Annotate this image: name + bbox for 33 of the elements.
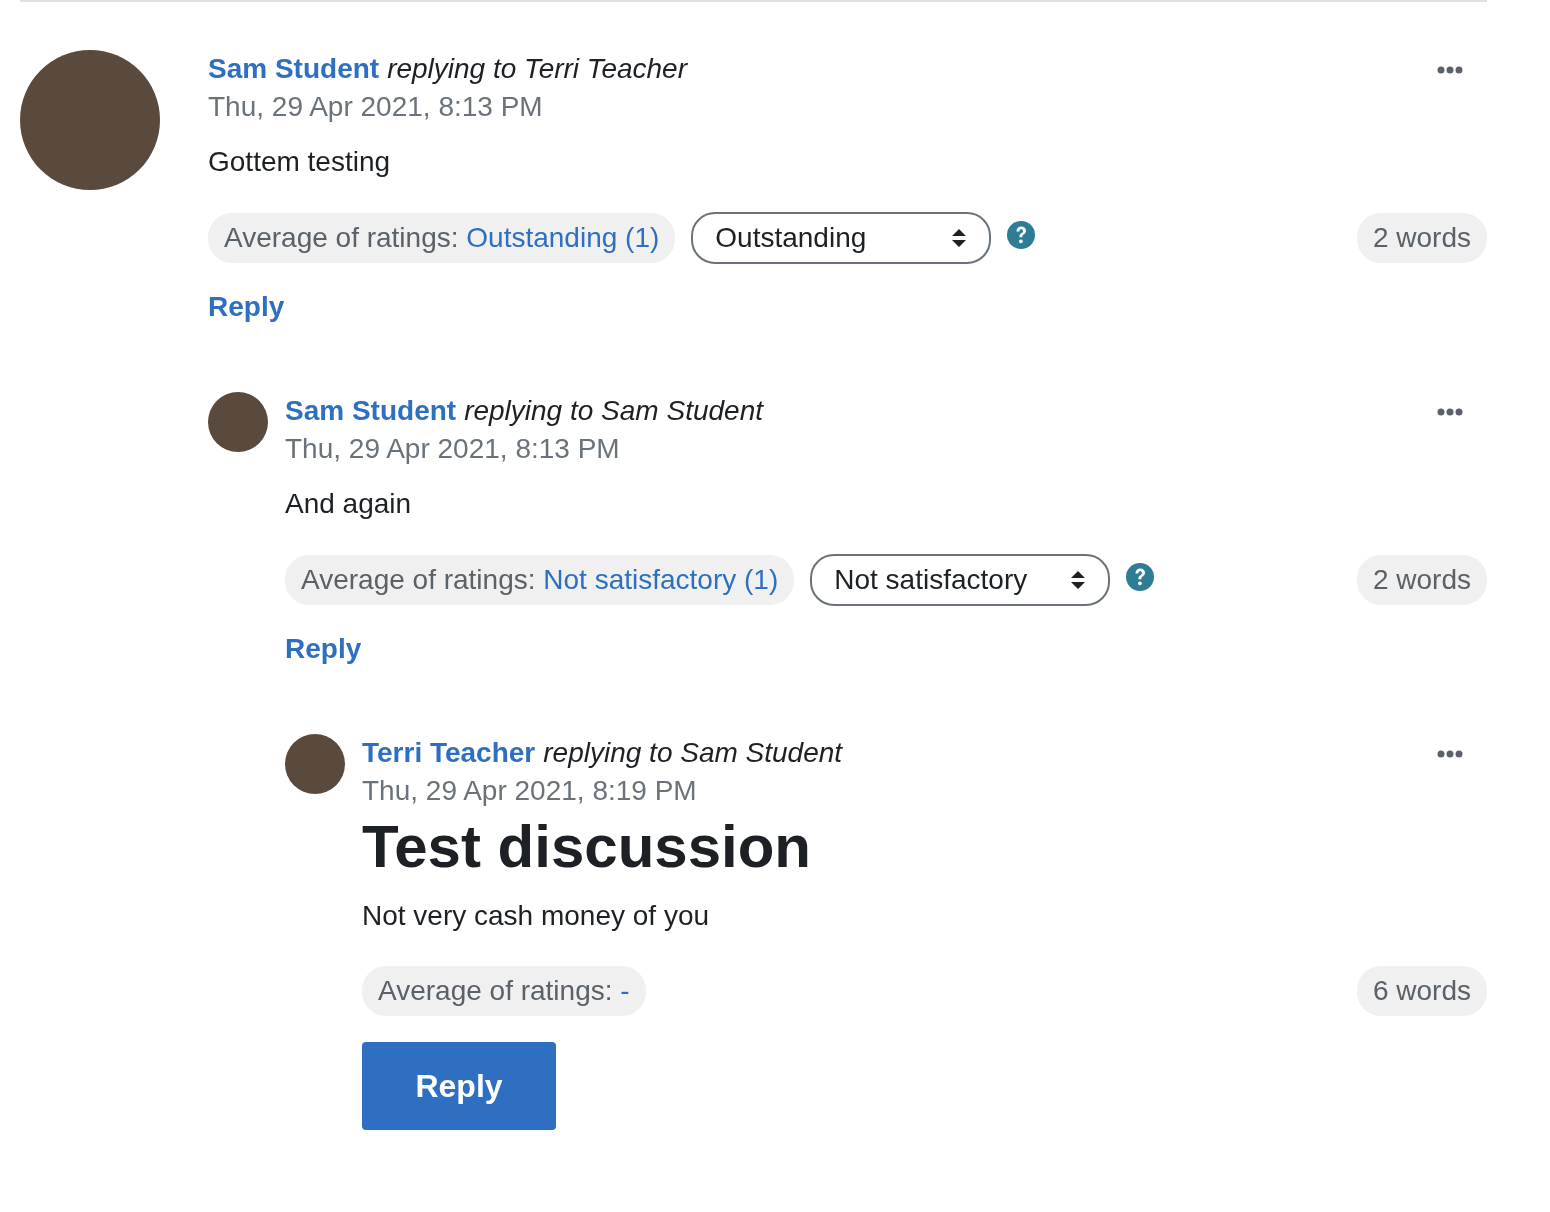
- rating-select[interactable]: Outstanding: [691, 212, 992, 264]
- author-link[interactable]: Sam Student: [208, 50, 380, 88]
- word-count: 2 words: [1356, 213, 1487, 263]
- sort-arrows-icon: [1070, 569, 1087, 591]
- help-icon[interactable]: [1126, 563, 1155, 591]
- post-title: Test discussion: [362, 814, 812, 880]
- word-count: 6 words: [1356, 966, 1487, 1016]
- reply-button[interactable]: Reply: [362, 1042, 556, 1130]
- post-body: Not very cash money of you: [362, 899, 711, 933]
- average-rating: Average of ratings: Outstanding (1): [208, 213, 676, 263]
- reply-link[interactable]: Reply: [208, 286, 285, 328]
- more-options-icon[interactable]: [1437, 750, 1463, 758]
- sort-arrows-icon: [951, 227, 968, 249]
- help-icon[interactable]: [1007, 221, 1036, 249]
- avatar: [285, 734, 345, 794]
- author-link[interactable]: Terri Teacher: [362, 734, 536, 772]
- post-body: Gottem testing: [208, 145, 392, 179]
- more-options-icon[interactable]: [1437, 66, 1463, 74]
- word-count: 2 words: [1356, 555, 1487, 605]
- post-date: Thu, 29 Apr 2021, 8:19 PM: [362, 774, 698, 808]
- post-date: Thu, 29 Apr 2021, 8:13 PM: [208, 90, 544, 124]
- post-date: Thu, 29 Apr 2021, 8:13 PM: [285, 432, 621, 466]
- replying-to-text: replying to Terri Teacher: [387, 52, 687, 86]
- average-rating: Average of ratings: Not satisfactory (1): [285, 555, 795, 605]
- rating-select[interactable]: Not satisfactory: [810, 554, 1111, 606]
- post-body: And again: [285, 487, 413, 521]
- more-options-icon[interactable]: [1437, 408, 1463, 416]
- replying-to-text: replying to Sam Student: [464, 394, 763, 428]
- author-link[interactable]: Sam Student: [285, 392, 457, 430]
- avatar: [208, 392, 268, 452]
- reply-link[interactable]: Reply: [285, 628, 362, 670]
- average-rating: Average of ratings: -: [362, 966, 646, 1016]
- replying-to-text: replying to Sam Student: [543, 736, 843, 770]
